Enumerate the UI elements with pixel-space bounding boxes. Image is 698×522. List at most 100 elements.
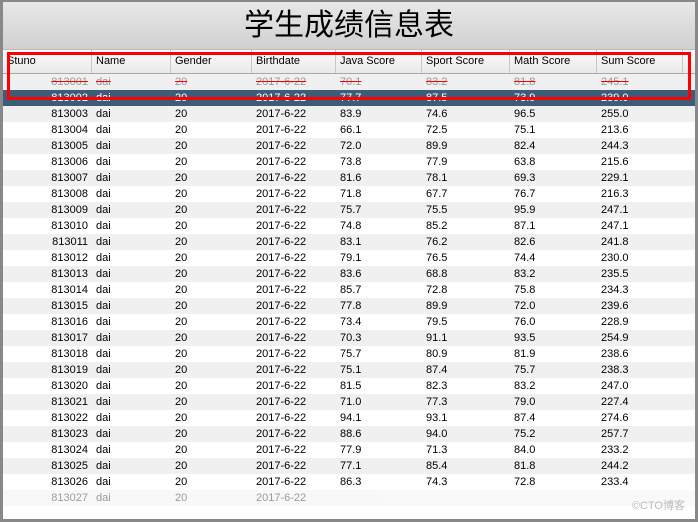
cell-java: 81.6 <box>336 170 422 186</box>
cell-java: 74.8 <box>336 218 422 234</box>
table-row[interactable]: 813001dai202017-6-2270.183.281.8245.1 <box>3 74 695 90</box>
column-header-stuno[interactable]: Stuno <box>3 50 92 73</box>
cell-birthdate: 2017-6-22 <box>252 218 336 234</box>
cell-java: 83.9 <box>336 106 422 122</box>
table-row[interactable]: 813023dai202017-6-2288.694.075.2257.7 <box>3 426 695 442</box>
cell-stuno: 813008 <box>3 186 92 202</box>
table-row[interactable]: 813016dai202017-6-2273.479.576.0228.9 <box>3 314 695 330</box>
cell-stuno: 813007 <box>3 170 92 186</box>
cell-sport: 85.2 <box>422 218 510 234</box>
table-row[interactable]: 813024dai202017-6-2277.971.384.0233.2 <box>3 442 695 458</box>
cell-sum: 215.6 <box>597 154 683 170</box>
table-row[interactable]: 813005dai202017-6-2272.089.982.4244.3 <box>3 138 695 154</box>
table-row[interactable]: 813007dai202017-6-2281.678.169.3229.1 <box>3 170 695 186</box>
cell-math: 84.0 <box>510 442 597 458</box>
cell-birthdate: 2017-6-22 <box>252 426 336 442</box>
column-header-sum[interactable]: Sum Score <box>597 50 683 73</box>
cell-name: dai <box>92 458 171 474</box>
table-row[interactable]: 813025dai202017-6-2277.185.481.8244.2 <box>3 458 695 474</box>
cell-math: 82.6 <box>510 234 597 250</box>
cell-stuno: 813001 <box>3 74 92 90</box>
column-header-birthdate[interactable]: Birthdate <box>252 50 336 73</box>
cell-sum: 228.9 <box>597 314 683 330</box>
cell-gender: 20 <box>171 346 252 362</box>
cell-name: dai <box>92 282 171 298</box>
cell-sum: 230.0 <box>597 250 683 266</box>
cell-stuno: 813023 <box>3 426 92 442</box>
cell-gender: 20 <box>171 362 252 378</box>
cell-name: dai <box>92 266 171 282</box>
cell-gender: 20 <box>171 442 252 458</box>
cell-name: dai <box>92 330 171 346</box>
cell-gender: 20 <box>171 106 252 122</box>
table-row[interactable]: 813021dai202017-6-2271.077.379.0227.4 <box>3 394 695 410</box>
page-title: 学生成绩信息表 <box>3 2 695 50</box>
cell-math: 75.2 <box>510 426 597 442</box>
cell-birthdate: 2017-6-22 <box>252 202 336 218</box>
cell-math: 69.3 <box>510 170 597 186</box>
cell-sport: 94.0 <box>422 426 510 442</box>
table-row[interactable]: 813020dai202017-6-2281.582.383.2247.0 <box>3 378 695 394</box>
cell-math: 79.0 <box>510 394 597 410</box>
cell-sport: 77.3 <box>422 394 510 410</box>
cell-sum: 274.6 <box>597 410 683 426</box>
cell-sport: 77.9 <box>422 154 510 170</box>
column-header-math[interactable]: Math Score <box>510 50 597 73</box>
cell-sport: 82.3 <box>422 378 510 394</box>
cell-math: 87.4 <box>510 410 597 426</box>
cell-birthdate: 2017-6-22 <box>252 106 336 122</box>
table-row[interactable]: 813014dai202017-6-2285.772.875.8234.3 <box>3 282 695 298</box>
cell-java: 94.1 <box>336 410 422 426</box>
table-row[interactable]: 813011dai202017-6-2283.176.282.6241.8 <box>3 234 695 250</box>
cell-sport: 75.5 <box>422 202 510 218</box>
column-header-gender[interactable]: Gender <box>171 50 252 73</box>
cell-name: dai <box>92 186 171 202</box>
cell-gender: 20 <box>171 250 252 266</box>
column-header-sport[interactable]: Sport Score <box>422 50 510 73</box>
cell-java: 77.8 <box>336 298 422 314</box>
column-header-name[interactable]: Name <box>92 50 171 73</box>
table-row[interactable]: 813010dai202017-6-2274.885.287.1247.1 <box>3 218 695 234</box>
table-row[interactable]: 813004dai202017-6-2266.172.575.1213.6 <box>3 122 695 138</box>
table-row[interactable]: 813008dai202017-6-2271.867.776.7216.3 <box>3 186 695 202</box>
cell-sum: 239.6 <box>597 298 683 314</box>
cell-gender: 20 <box>171 330 252 346</box>
cell-sport: 87.4 <box>422 362 510 378</box>
cell-sum: 247.0 <box>597 378 683 394</box>
cell-sport: 74.3 <box>422 474 510 490</box>
cell-java: 88.6 <box>336 426 422 442</box>
table-row[interactable]: 813027dai202017-6-22 <box>3 490 695 506</box>
table-row[interactable]: 813013dai202017-6-2283.668.883.2235.5 <box>3 266 695 282</box>
cell-name: dai <box>92 378 171 394</box>
cell-math: 75.1 <box>510 122 597 138</box>
table-row[interactable]: 813017dai202017-6-2270.391.193.5254.9 <box>3 330 695 346</box>
table-row[interactable]: 813022dai202017-6-2294.193.187.4274.6 <box>3 410 695 426</box>
cell-sum: 247.1 <box>597 218 683 234</box>
cell-sport: 76.2 <box>422 234 510 250</box>
table-row[interactable]: 813002dai202017-6-2277.787.573.9239.0 <box>3 90 695 106</box>
cell-math: 74.4 <box>510 250 597 266</box>
table-body[interactable]: 813001dai202017-6-2270.183.281.8245.1813… <box>3 74 695 519</box>
cell-java: 70.1 <box>336 74 422 90</box>
table-row[interactable]: 813006dai202017-6-2273.877.963.8215.6 <box>3 154 695 170</box>
table-row[interactable]: 813015dai202017-6-2277.889.972.0239.6 <box>3 298 695 314</box>
cell-java: 72.0 <box>336 138 422 154</box>
cell-math: 63.8 <box>510 154 597 170</box>
cell-stuno: 813020 <box>3 378 92 394</box>
cell-name: dai <box>92 426 171 442</box>
cell-java: 71.8 <box>336 186 422 202</box>
cell-sum: 233.4 <box>597 474 683 490</box>
cell-math: 76.0 <box>510 314 597 330</box>
table-row[interactable]: 813003dai202017-6-2283.974.696.5255.0 <box>3 106 695 122</box>
cell-name: dai <box>92 410 171 426</box>
column-header-java[interactable]: Java Score <box>336 50 422 73</box>
table-row[interactable]: 813018dai202017-6-2275.780.981.9238.6 <box>3 346 695 362</box>
cell-math: 95.9 <box>510 202 597 218</box>
table-row[interactable]: 813009dai202017-6-2275.775.595.9247.1 <box>3 202 695 218</box>
cell-math: 76.7 <box>510 186 597 202</box>
table-row[interactable]: 813026dai202017-6-2286.374.372.8233.4 <box>3 474 695 490</box>
table-row[interactable]: 813012dai202017-6-2279.176.574.4230.0 <box>3 250 695 266</box>
cell-sum: 245.1 <box>597 74 683 90</box>
cell-birthdate: 2017-6-22 <box>252 394 336 410</box>
table-row[interactable]: 813019dai202017-6-2275.187.475.7238.3 <box>3 362 695 378</box>
